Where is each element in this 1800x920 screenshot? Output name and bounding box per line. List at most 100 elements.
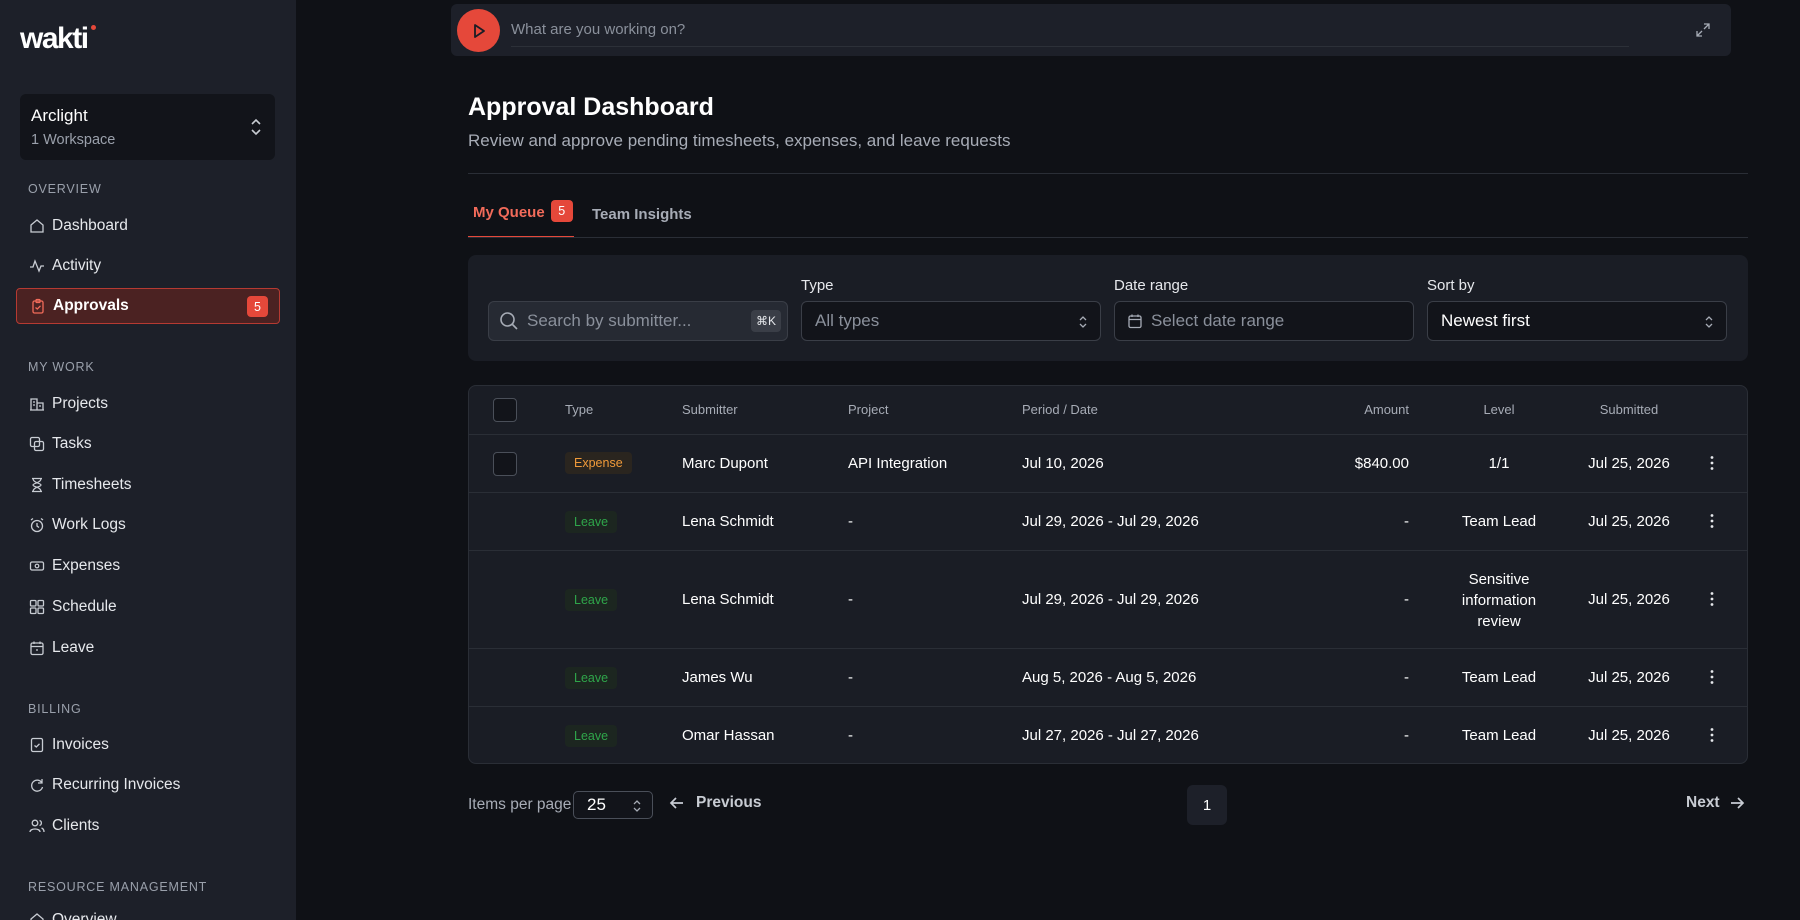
items-per-page-select[interactable]: 25 (573, 791, 653, 819)
time-tracker-bar (451, 4, 1731, 56)
table-row[interactable]: Leave Lena Schmidt - Jul 29, 2026 - Jul … (469, 493, 1747, 551)
submitted-cell: Jul 25, 2026 (1588, 727, 1670, 744)
section-resource-management: RESOURCE MANAGEMENT (28, 880, 208, 894)
table-row[interactable]: Leave James Wu - Aug 5, 2026 - Aug 5, 20… (469, 649, 1747, 707)
chevron-updown-icon (251, 118, 261, 136)
sidebar-item-schedule[interactable]: Schedule (16, 589, 280, 625)
section-overview: OVERVIEW (28, 182, 102, 196)
tab-my-queue[interactable]: My Queue 5 (468, 200, 574, 238)
submitter-cell: Marc Dupont (682, 455, 768, 472)
sidebar-item-label: Approvals (53, 297, 129, 314)
approvals-count-badge: 5 (247, 296, 268, 317)
play-icon (473, 23, 485, 38)
sidebar-item-dashboard[interactable]: Dashboard (16, 208, 280, 244)
tabs-divider (468, 237, 1748, 238)
sidebar-item-label: Expenses (52, 557, 121, 574)
approvals-table: Type Submitter Project Period / Date Amo… (468, 385, 1748, 764)
start-timer-button[interactable] (457, 9, 500, 52)
column-header-submitter[interactable]: Submitter (682, 402, 738, 417)
search-field[interactable]: ⌘K (488, 301, 788, 341)
project-cell: - (848, 591, 853, 608)
workspace-subtitle: 1 Workspace (31, 132, 116, 148)
sidebar-item-timesheets[interactable]: Timesheets (16, 467, 280, 503)
sidebar-item-label: Tasks (52, 435, 92, 452)
more-options-icon[interactable] (1710, 513, 1714, 529)
amount-cell: - (1404, 727, 1409, 744)
previous-page-button[interactable]: Previous (668, 794, 761, 812)
select-all-checkbox[interactable] (493, 398, 517, 422)
tasks-icon (29, 436, 45, 452)
level-line: information (1461, 592, 1537, 609)
date-range-placeholder: Select date range (1151, 311, 1285, 330)
type-select[interactable]: All types (801, 301, 1101, 341)
sidebar-item-tasks[interactable]: Tasks (16, 426, 280, 462)
submitter-cell: Omar Hassan (682, 727, 775, 744)
amount-cell: $840.00 (1354, 455, 1409, 472)
tab-team-insights[interactable]: Team Insights (592, 202, 692, 238)
column-header-type[interactable]: Type (565, 402, 593, 417)
type-filter-label: Type (801, 277, 834, 294)
sort-label: Sort by (1427, 277, 1475, 294)
level-cell: Team Lead (1461, 669, 1537, 686)
column-header-period[interactable]: Period / Date (1022, 402, 1098, 417)
row-checkbox[interactable] (493, 452, 517, 476)
project-cell: - (848, 727, 853, 744)
sidebar-item-activity[interactable]: Activity (16, 248, 280, 284)
sidebar-item-clients[interactable]: Clients (16, 808, 280, 844)
workspace-switcher[interactable]: Arclight 1 Workspace (20, 94, 275, 160)
project-cell: - (848, 513, 853, 530)
more-options-icon[interactable] (1710, 727, 1714, 743)
queue-count-badge: 5 (550, 200, 573, 222)
column-header-submitted[interactable]: Submitted (1545, 402, 1713, 417)
items-per-page-value: 25 (587, 795, 606, 814)
sidebar-item-recurring-invoices[interactable]: Recurring Invoices (16, 767, 280, 803)
column-header-level[interactable]: Level (1439, 402, 1559, 417)
date-range-picker[interactable]: Select date range (1114, 301, 1414, 341)
search-input[interactable] (527, 311, 747, 331)
submitter-cell: Lena Schmidt (682, 513, 774, 530)
sidebar-item-label: Invoices (52, 736, 109, 753)
type-badge: Leave (565, 667, 618, 689)
previous-label: Previous (696, 794, 762, 811)
period-cell: Jul 29, 2026 - Jul 29, 2026 (1022, 513, 1199, 530)
more-options-icon[interactable] (1710, 591, 1714, 607)
sidebar-item-leave[interactable]: Leave (16, 630, 280, 666)
activity-icon (29, 258, 45, 274)
expand-icon[interactable] (1695, 22, 1711, 38)
sidebar-item-work-logs[interactable]: Work Logs (16, 507, 280, 543)
timer-description-input[interactable] (511, 12, 1629, 47)
filter-panel: ⌘K Type All types Date range Select date… (468, 255, 1748, 361)
table-row[interactable]: Leave Omar Hassan - Jul 27, 2026 - Jul 2… (469, 707, 1747, 763)
chevron-updown-icon (1705, 316, 1713, 328)
sort-select[interactable]: Newest first (1427, 301, 1727, 341)
type-badge: Leave (565, 725, 618, 747)
sidebar-item-approvals[interactable]: Approvals 5 (16, 288, 280, 324)
more-options-icon[interactable] (1710, 455, 1714, 471)
sidebar-item-expenses[interactable]: Expenses (16, 548, 280, 584)
level-line: review (1477, 613, 1521, 630)
banknote-icon (29, 558, 45, 574)
building-icon (29, 396, 45, 412)
hourglass-icon (29, 477, 45, 493)
sidebar-item-label: Projects (52, 395, 108, 412)
sidebar-item-overview[interactable]: Overview (16, 902, 280, 920)
users-icon (29, 818, 45, 834)
period-cell: Jul 27, 2026 - Jul 27, 2026 (1022, 727, 1199, 744)
column-header-project[interactable]: Project (848, 402, 888, 417)
table-row[interactable]: Leave Lena Schmidt - Jul 29, 2026 - Jul … (469, 551, 1747, 649)
column-header-amount[interactable]: Amount (1329, 402, 1409, 417)
app-logo[interactable]: wakti (20, 22, 89, 56)
sidebar: wakti Arclight 1 Workspace OVERVIEW Dash… (0, 0, 296, 920)
refresh-icon (29, 777, 45, 793)
amount-cell: - (1404, 591, 1409, 608)
table-row[interactable]: Expense Marc Dupont API Integration Jul … (469, 435, 1747, 493)
sidebar-item-label: Leave (52, 639, 95, 656)
chevron-updown-icon (1079, 316, 1087, 328)
page-number-1[interactable]: 1 (1187, 785, 1227, 825)
clipboard-check-icon (30, 298, 46, 314)
next-page-button[interactable]: Next (1686, 794, 1746, 812)
more-options-icon[interactable] (1710, 669, 1714, 685)
sidebar-item-projects[interactable]: Projects (16, 386, 280, 422)
type-select-value: All types (815, 311, 880, 330)
sidebar-item-invoices[interactable]: Invoices (16, 727, 280, 763)
